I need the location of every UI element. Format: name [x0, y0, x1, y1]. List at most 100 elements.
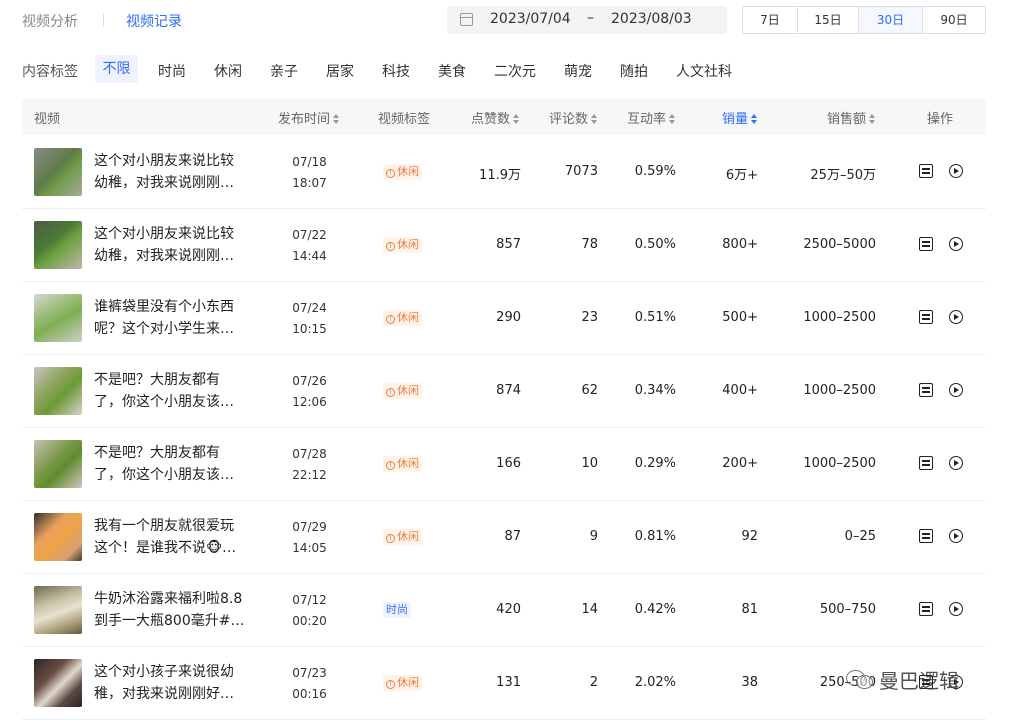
- details-icon[interactable]: [919, 456, 933, 470]
- filter-tag-humanities[interactable]: 人文社科: [676, 61, 732, 81]
- video-tag-label: 休闲: [397, 311, 419, 324]
- play-icon[interactable]: [949, 310, 963, 324]
- publish-time: 07/28 22:12: [287, 444, 332, 486]
- info-icon: !: [386, 534, 395, 543]
- video-thumbnail[interactable]: [34, 586, 82, 634]
- table-row[interactable]: 牛奶沐浴露来福利啦8.8 到手一大瓶800毫升#… 07/12 00:20 时尚 4…: [22, 574, 986, 647]
- video-title[interactable]: 这个对小朋友来说比较 幼稚，对我来说刚刚…: [94, 150, 244, 194]
- column-likes-label: 点赞数: [471, 112, 511, 127]
- publish-date: 07/29: [292, 520, 327, 534]
- video-title[interactable]: 这个对小孩子来说很幼 稚，对我来说刚刚好…: [94, 661, 244, 705]
- start-date[interactable]: 2023/07/04: [490, 11, 571, 27]
- filter-tag-random[interactable]: 随拍: [620, 61, 648, 81]
- filter-tag-pets[interactable]: 萌宠: [564, 61, 592, 81]
- period-90d-button[interactable]: 90日: [923, 7, 985, 33]
- video-title-line: 谁裤袋里没有个小东西: [94, 299, 234, 315]
- filter-tag-acg[interactable]: 二次元: [494, 61, 536, 81]
- video-thumbnail[interactable]: [34, 513, 82, 561]
- filter-tag-fashion[interactable]: 时尚: [158, 61, 186, 81]
- sales-value: 81: [741, 602, 758, 617]
- filter-tag-food[interactable]: 美食: [438, 61, 466, 81]
- sort-icon[interactable]: [591, 114, 598, 124]
- info-icon: !: [386, 315, 395, 324]
- table-row[interactable]: 这个对小朋友来说比较 幼稚，对我来说刚刚… 07/22 14:44 ! 休闲 857 …: [22, 209, 986, 282]
- video-title-line: 这个对小孩子来说很幼: [94, 664, 234, 680]
- video-thumbnail[interactable]: [34, 294, 82, 342]
- period-30d-button[interactable]: 30日: [859, 7, 923, 33]
- tab-video-records[interactable]: 视频记录: [126, 11, 182, 31]
- details-icon[interactable]: [919, 310, 933, 324]
- video-thumbnail[interactable]: [34, 221, 82, 269]
- sort-icon[interactable]: [513, 114, 520, 124]
- column-comments[interactable]: 评论数: [549, 108, 598, 127]
- column-engagement-rate[interactable]: 互动率: [627, 108, 676, 127]
- engagement-rate-value: 0.42%: [634, 602, 676, 617]
- column-sales[interactable]: 销量: [722, 108, 758, 127]
- video-title[interactable]: 这个对小朋友来说比较 幼稚，对我来说刚刚…: [94, 223, 244, 267]
- publish-time: 07/22 14:44: [287, 225, 332, 267]
- table-row[interactable]: 这个对小孩子来说很幼 稚，对我来说刚刚好… 07/23 00:16 ! 休闲 131 …: [22, 647, 986, 720]
- video-title-line: 了，你这个小朋友该…: [94, 394, 234, 410]
- play-icon[interactable]: [949, 602, 963, 616]
- sales-value: 38: [741, 675, 758, 690]
- sort-icon[interactable]: [669, 114, 676, 124]
- table-row[interactable]: 不是吧？大朋友都有 了，你这个小朋友该… 07/26 12:06 ! 休闲 874 6…: [22, 355, 986, 428]
- video-title[interactable]: 不是吧？大朋友都有 了，你这个小朋友该…: [94, 369, 244, 413]
- video-thumbnail[interactable]: [34, 148, 82, 196]
- table-row[interactable]: 这个对小朋友来说比较 幼稚，对我来说刚刚… 07/18 18:07 ! 休闲 11.9…: [22, 136, 986, 209]
- filter-tag-tech[interactable]: 科技: [382, 61, 410, 81]
- publish-date: 07/23: [292, 666, 327, 680]
- filter-tag-parenting[interactable]: 亲子: [270, 61, 298, 81]
- video-title-line: 这个对小朋友来说比较: [94, 153, 234, 169]
- video-title[interactable]: 牛奶沐浴露来福利啦8.8 到手一大瓶800毫升#…: [94, 588, 244, 632]
- table-header: 视频 发布时间 视频标签 点赞数 评论数 互动率 销量 销售额 操作: [22, 99, 986, 135]
- sort-icon[interactable]: [333, 114, 340, 124]
- sort-icon[interactable]: [751, 114, 758, 124]
- video-title-line: 呢？这个对小学生来…: [94, 321, 234, 337]
- video-title[interactable]: 我有一个朋友就很爱玩 这个！是谁我不说🐵…: [94, 515, 244, 559]
- video-tag-badge: ! 休闲: [383, 383, 422, 399]
- column-sales-amount[interactable]: 销售额: [827, 108, 876, 127]
- play-icon[interactable]: [949, 237, 963, 251]
- video-title-line: 稚，对我来说刚刚好…: [94, 686, 234, 702]
- video-tag-label: 休闲: [397, 384, 419, 397]
- video-thumbnail[interactable]: [34, 659, 82, 707]
- details-icon[interactable]: [919, 164, 933, 178]
- filter-tag-leisure[interactable]: 休闲: [214, 61, 242, 81]
- play-icon[interactable]: [949, 456, 963, 470]
- play-icon[interactable]: [949, 529, 963, 543]
- column-publish-time[interactable]: 发布时间: [278, 108, 340, 127]
- video-title[interactable]: 谁裤袋里没有个小东西 呢？这个对小学生来…: [94, 296, 244, 340]
- column-likes[interactable]: 点赞数: [471, 108, 520, 127]
- end-date[interactable]: 2023/08/03: [611, 11, 692, 27]
- comments-value: 78: [581, 237, 598, 252]
- filter-tag-all[interactable]: 不限: [95, 55, 138, 83]
- sort-icon[interactable]: [869, 114, 876, 124]
- details-icon[interactable]: [919, 237, 933, 251]
- video-title-line: 到手一大瓶800毫升#…: [94, 613, 244, 629]
- table-row[interactable]: 谁裤袋里没有个小东西 呢？这个对小学生来… 07/24 10:15 ! 休闲 290 …: [22, 282, 986, 355]
- play-icon[interactable]: [949, 164, 963, 178]
- video-thumbnail[interactable]: [34, 367, 82, 415]
- play-icon[interactable]: [949, 383, 963, 397]
- video-tag-badge: ! 休闲: [383, 529, 422, 545]
- details-icon[interactable]: [919, 529, 933, 543]
- details-icon[interactable]: [919, 602, 933, 616]
- date-range-picker[interactable]: 2023/07/04 – 2023/08/03: [447, 6, 727, 34]
- table-row[interactable]: 我有一个朋友就很爱玩 这个！是谁我不说🐵… 07/29 14:05 ! 休闲 87 9…: [22, 501, 986, 574]
- period-7d-button[interactable]: 7日: [743, 7, 798, 33]
- period-15d-button[interactable]: 15日: [798, 7, 859, 33]
- likes-value: 87: [504, 529, 521, 544]
- filter-tag-home[interactable]: 居家: [326, 61, 354, 81]
- sales-amount-value: 500–750: [819, 602, 876, 617]
- publish-clock: 00:16: [292, 687, 327, 701]
- publish-date: 07/28: [292, 447, 327, 461]
- tab-divider: [103, 13, 104, 27]
- info-icon: !: [386, 242, 395, 251]
- tab-video-analysis[interactable]: 视频分析: [22, 11, 78, 31]
- details-icon[interactable]: [919, 383, 933, 397]
- table-row[interactable]: 不是吧？大朋友都有 了，你这个小朋友该… 07/28 22:12 ! 休闲 166 1…: [22, 428, 986, 501]
- video-title[interactable]: 不是吧？大朋友都有 了，你这个小朋友该…: [94, 442, 244, 486]
- video-thumbnail[interactable]: [34, 440, 82, 488]
- video-tag-label: 时尚: [386, 603, 408, 616]
